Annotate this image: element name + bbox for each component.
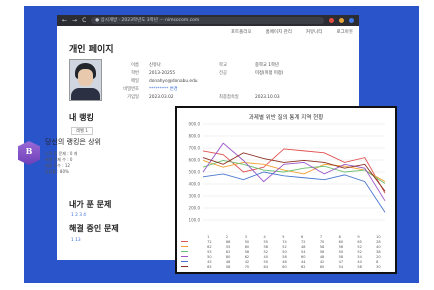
profile-row: 학번 2013-20255 전공 미정(미정 미정): [119, 69, 354, 77]
profile-row: 가입일 2023.03.02 최종접속일 2023.10.03: [119, 93, 354, 101]
password-change-link[interactable]: ********* 변경: [149, 86, 219, 92]
browser-toolbar: ← → C ● 상시개방 · 2023학년도 3학년 ··· nimsocom.…: [57, 15, 359, 26]
field-label: 이름: [131, 63, 139, 68]
extension-icon[interactable]: [329, 18, 334, 23]
solving-problems-links[interactable]: 1 13: [71, 238, 81, 243]
legend-swatch: [180, 264, 206, 269]
solving-problems-title: 해결 중인 문제: [69, 224, 119, 233]
table-cell: 65: [207, 264, 212, 269]
profile-row: 이름 신유나 학교 중학교 1학년: [119, 61, 354, 69]
table-cell: 70: [244, 264, 250, 269]
page-title: 개인 페이지: [69, 45, 114, 55]
y-tick-label: 600.0: [189, 158, 201, 163]
ranking-tab[interactable]: 레벨 1: [71, 127, 94, 135]
table-cell: 62: [301, 264, 306, 269]
series-line: [202, 171, 386, 213]
field-label: 가입일: [127, 95, 139, 100]
profile-row: 메일 donahyo@donabu.edu: [119, 77, 354, 85]
y-tick-label: 900.0: [189, 122, 201, 127]
back-icon[interactable]: ←: [62, 15, 67, 26]
rank-stat: 정답률 : 80%: [45, 169, 69, 174]
field-value: 2023.03.02: [149, 94, 174, 100]
y-tick-label: 400.0: [189, 182, 201, 187]
table-cell: 54: [338, 264, 344, 269]
y-tick-label: 200.0: [189, 206, 201, 211]
field-value: 2013-20255: [149, 70, 176, 76]
rank-headline: 당신의 랭킹은 상위: [45, 138, 101, 146]
my-problems-links[interactable]: 1 2 3 4: [71, 213, 86, 218]
field-label: 학번: [131, 71, 139, 76]
chart-data-table: 1 2 3 4 5 6 7 8 9 10 72 68 50 55 74 72 70 60 65 28 62 55 60 58 5…: [180, 234, 394, 269]
table-cell: 58: [357, 264, 362, 269]
address-bar[interactable]: ● 상시개방 · 2023학년도 3학년 ··· nimsocom.com: [91, 17, 324, 24]
nav-link-logout[interactable]: 로그아웃: [336, 29, 353, 35]
y-tick-label: 700.0: [189, 146, 201, 151]
profile-icon[interactable]: [349, 18, 354, 23]
profile-row: 비밀번호 ********* 변경: [119, 85, 354, 93]
profile-info: 이름 신유나 학교 중학교 1학년 학번 2013-20255 전공 미정(미정…: [119, 61, 354, 101]
extension-icon[interactable]: [339, 18, 344, 23]
y-tick-label: 500.0: [189, 170, 201, 175]
field-label: 메일: [131, 79, 139, 84]
table-row: 65 58 70 64 60 62 60 54 58 30: [180, 264, 394, 269]
ranking-title: 내 랭킹: [69, 113, 94, 122]
field-label: 학교: [219, 63, 227, 68]
table-cell: 60: [282, 264, 287, 269]
nav-link-home[interactable]: 홈페이지 관리: [266, 29, 292, 35]
nav-link-community[interactable]: 커뮤니티: [306, 29, 323, 35]
table-cell: 60: [319, 264, 325, 269]
profile-photo: [69, 59, 102, 101]
field-value: 신유나: [149, 63, 161, 68]
badge-letter: B: [25, 146, 33, 156]
field-value: donahyo@donabu.edu: [149, 78, 198, 84]
field-value: 중학교 1학년: [255, 63, 279, 68]
my-problems-title: 내가 푼 문제: [69, 200, 112, 209]
field-label: 전공: [219, 71, 227, 76]
forward-icon[interactable]: →: [72, 15, 77, 26]
field-label: 최종접속일: [219, 95, 239, 100]
nav-link-portfolio[interactable]: 포트폴리오: [231, 29, 252, 35]
field-value: 2023.10.03: [255, 94, 280, 100]
chart-panel: 과제별 위반 질의 통계 지역 현황 900.0 800.0 700.0 600.0 5…: [175, 106, 397, 274]
y-tick-label: 800.0: [189, 134, 201, 139]
y-tick-label: 100.0: [189, 218, 201, 223]
table-cell: 58: [225, 264, 231, 269]
top-navigation: 포트폴리오 홈페이지 관리 커뮤니티 로그아웃: [231, 29, 353, 35]
field-label: 비밀번호: [123, 87, 139, 92]
table-cell: 64: [263, 264, 268, 269]
field-value: 미정(미정 미정): [255, 71, 284, 76]
reload-icon[interactable]: C: [82, 15, 86, 26]
table-cell: 30: [376, 264, 381, 269]
y-tick-label: 300.0: [189, 194, 201, 199]
